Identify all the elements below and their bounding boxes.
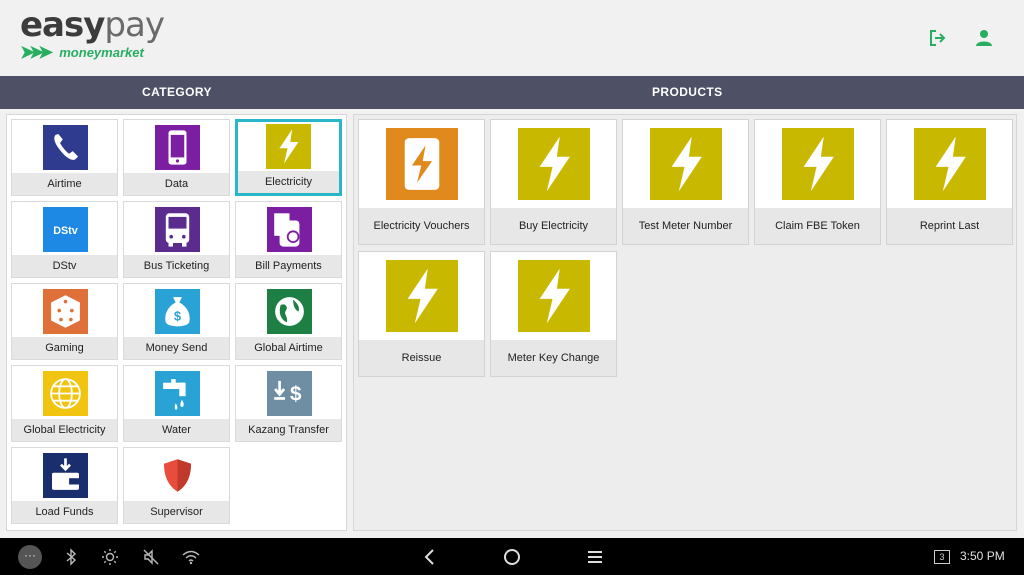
column-header-bar: CATEGORY PRODUCTS bbox=[0, 76, 1024, 109]
category-tile-global-electricity[interactable]: Global Electricity bbox=[11, 365, 118, 442]
category-tile-dstv[interactable]: DStv DStv bbox=[11, 201, 118, 278]
home-icon[interactable] bbox=[503, 548, 521, 566]
category-tile-money-send[interactable]: $ Money Send bbox=[123, 283, 230, 360]
category-label: Global Airtime bbox=[236, 337, 341, 359]
shield-icon bbox=[155, 453, 200, 498]
logo-pay: pay bbox=[104, 5, 165, 45]
product-label: Test Meter Number bbox=[623, 208, 748, 244]
lightning-icon bbox=[266, 124, 311, 169]
category-label: Gaming bbox=[12, 337, 117, 359]
category-tile-supervisor[interactable]: Supervisor bbox=[123, 447, 230, 524]
product-label: Reissue bbox=[359, 340, 484, 376]
category-tile-global-airtime[interactable]: Global Airtime bbox=[235, 283, 342, 360]
category-label: Global Electricity bbox=[12, 419, 117, 441]
chevrons-icon: ➤➤➤ bbox=[20, 42, 53, 62]
logo-easy: easy bbox=[20, 5, 105, 45]
category-tile-data[interactable]: Data bbox=[123, 119, 230, 196]
lightning-icon bbox=[518, 128, 590, 200]
wifi-icon[interactable] bbox=[182, 548, 200, 566]
category-label: Water bbox=[124, 419, 229, 441]
category-label: Electricity bbox=[238, 171, 339, 193]
wallet-icon bbox=[43, 453, 88, 498]
product-tile-reprint-last[interactable]: Reprint Last bbox=[886, 119, 1013, 245]
category-label: DStv bbox=[12, 255, 117, 277]
money-bag-icon: $ bbox=[155, 289, 200, 334]
system-nav-bar: ··· 3 3:50 PM bbox=[0, 538, 1024, 575]
category-heading: CATEGORY bbox=[142, 85, 212, 99]
category-label: Bill Payments bbox=[236, 255, 341, 277]
product-tile-reissue[interactable]: Reissue bbox=[358, 251, 485, 377]
category-label: Kazang Transfer bbox=[236, 419, 341, 441]
category-tile-water[interactable]: Water bbox=[123, 365, 230, 442]
category-label: Airtime bbox=[12, 173, 117, 195]
product-tile-buy-electricity[interactable]: Buy Electricity bbox=[490, 119, 617, 245]
back-icon[interactable] bbox=[421, 548, 439, 566]
product-tile-meter-key-change[interactable]: Meter Key Change bbox=[490, 251, 617, 377]
globe-lightning-icon bbox=[43, 371, 88, 416]
dstv-icon: DStv bbox=[43, 207, 88, 252]
category-tile-electricity[interactable]: Electricity bbox=[235, 119, 342, 196]
svg-text:DStv: DStv bbox=[53, 225, 78, 237]
products-heading: PRODUCTS bbox=[652, 85, 723, 99]
bill-icon bbox=[267, 207, 312, 252]
logout-icon[interactable] bbox=[928, 28, 948, 48]
app-header: easypay ➤➤➤ moneymarket bbox=[0, 0, 1024, 76]
easypay-logo: easypay ➤➤➤ moneymarket bbox=[20, 5, 165, 63]
product-label: Reprint Last bbox=[887, 208, 1012, 244]
category-tile-gaming[interactable]: Gaming bbox=[11, 283, 118, 360]
bus-icon bbox=[155, 207, 200, 252]
logo-subtitle: moneymarket bbox=[59, 45, 144, 60]
mobile-icon bbox=[155, 125, 200, 170]
category-label: Load Funds bbox=[12, 501, 117, 523]
category-tile-kazang-transfer[interactable]: $ Kazang Transfer bbox=[235, 365, 342, 442]
menu-dots-button[interactable]: ··· bbox=[18, 545, 42, 569]
product-label: Claim FBE Token bbox=[755, 208, 880, 244]
product-tile-claim-fbe-token[interactable]: Claim FBE Token bbox=[754, 119, 881, 245]
lightning-icon bbox=[782, 128, 854, 200]
category-tile-airtime[interactable]: Airtime bbox=[11, 119, 118, 196]
recents-menu-icon[interactable] bbox=[586, 548, 604, 566]
globe-icon bbox=[267, 289, 312, 334]
brightness-icon[interactable] bbox=[101, 548, 119, 566]
svg-text:$: $ bbox=[174, 310, 181, 324]
category-label: Supervisor bbox=[124, 501, 229, 523]
category-tile-bus-ticketing[interactable]: Bus Ticketing bbox=[123, 201, 230, 278]
product-tile-electricity-vouchers[interactable]: Electricity Vouchers bbox=[358, 119, 485, 245]
phone-icon bbox=[43, 125, 88, 170]
transfer-icon: $ bbox=[267, 371, 312, 416]
svg-text:$: $ bbox=[290, 383, 302, 406]
lightning-icon bbox=[518, 260, 590, 332]
category-label: Data bbox=[124, 173, 229, 195]
tap-icon bbox=[155, 371, 200, 416]
products-panel: Electricity Vouchers Buy Electricity Test … bbox=[353, 114, 1017, 531]
clock: 3:50 PM bbox=[960, 549, 1005, 563]
category-label: Money Send bbox=[124, 337, 229, 359]
product-label: Meter Key Change bbox=[491, 340, 616, 376]
user-icon[interactable] bbox=[974, 28, 994, 48]
lightning-icon bbox=[386, 260, 458, 332]
category-label: Bus Ticketing bbox=[124, 255, 229, 277]
category-tile-load-funds[interactable]: Load Funds bbox=[11, 447, 118, 524]
voucher-lightning-icon bbox=[386, 128, 458, 200]
product-label: Electricity Vouchers bbox=[359, 208, 484, 244]
notification-badge[interactable]: 3 bbox=[934, 550, 950, 564]
mute-icon[interactable] bbox=[142, 548, 160, 566]
product-label: Buy Electricity bbox=[491, 208, 616, 244]
lightning-icon bbox=[650, 128, 722, 200]
category-panel: Airtime Data Electricity DStv DStv Bus Ticket… bbox=[6, 114, 347, 531]
product-tile-test-meter-number[interactable]: Test Meter Number bbox=[622, 119, 749, 245]
dice-icon bbox=[43, 289, 88, 334]
category-tile-bill-payments[interactable]: Bill Payments bbox=[235, 201, 342, 278]
bluetooth-icon[interactable] bbox=[62, 548, 80, 566]
lightning-icon bbox=[914, 128, 986, 200]
